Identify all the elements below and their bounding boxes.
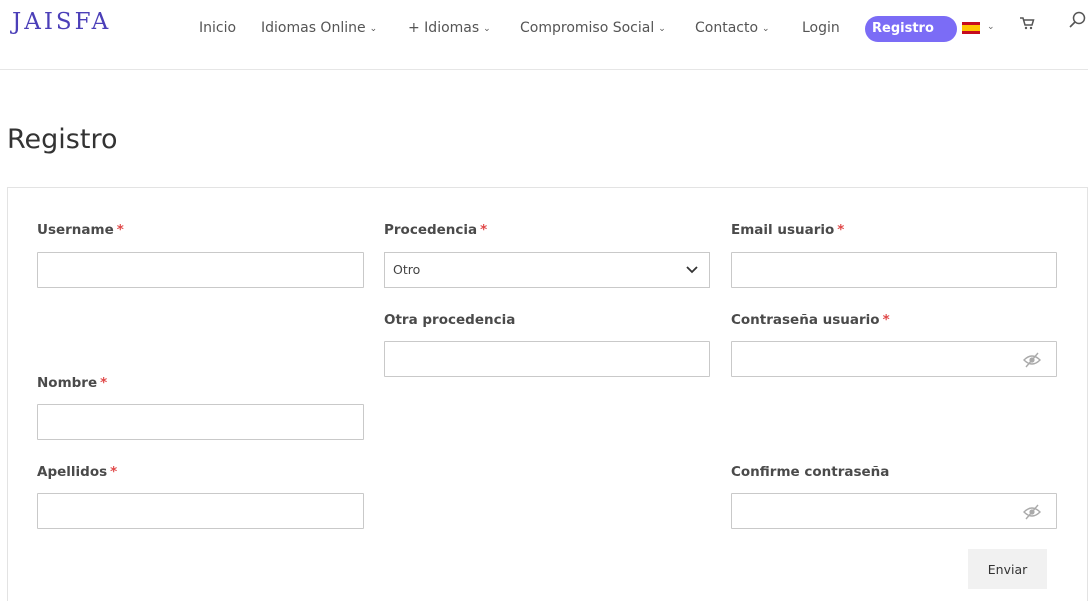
nombre-input[interactable]	[37, 404, 364, 440]
registration-form	[7, 187, 1088, 601]
nav-item-idiomas-online[interactable]: Idiomas Online ⌄	[261, 20, 377, 36]
chevron-down-icon: ⌄	[762, 24, 770, 34]
procedencia-label: Procedencia *	[384, 222, 488, 238]
chevron-down-icon[interactable]: ⌄	[987, 22, 995, 32]
email-label: Email usuario *	[731, 222, 845, 238]
confirm-password-label: Confirme contraseña	[731, 464, 890, 480]
apellidos-label: Apellidos *	[37, 464, 118, 480]
spain-flag-icon[interactable]	[962, 22, 980, 34]
page-title: Registro	[7, 124, 118, 155]
email-input[interactable]	[731, 252, 1057, 288]
nav-item-inicio[interactable]: Inicio	[199, 20, 236, 36]
chevron-down-icon: ⌄	[658, 24, 666, 34]
username-label: Username *	[37, 222, 124, 238]
eye-slash-icon[interactable]	[1022, 503, 1042, 521]
chevron-down-icon: ⌄	[369, 24, 378, 34]
registro-button[interactable]: Registro	[865, 16, 957, 42]
confirm-password-input[interactable]	[731, 493, 1057, 529]
site-header: JAISFA Inicio Idiomas Online ⌄ + Idiomas ⌄…	[0, 0, 1088, 70]
submit-button[interactable]: Enviar	[968, 549, 1047, 589]
procedencia-select[interactable]: Otro	[384, 252, 710, 288]
nombre-label: Nombre *	[37, 375, 108, 391]
otra-procedencia-label: Otra procedencia	[384, 312, 516, 328]
nav-item-compromiso-social[interactable]: Compromiso Social ⌄	[520, 20, 666, 36]
page: JAISFA Inicio Idiomas Online ⌄ + Idiomas ⌄…	[0, 0, 1088, 601]
username-input[interactable]	[37, 252, 364, 288]
nav-item-login[interactable]: Login	[802, 20, 840, 36]
procedencia-selected-value: Otro	[393, 262, 421, 277]
cart-icon[interactable]	[1019, 15, 1035, 31]
password-label: Contraseña usuario *	[731, 312, 890, 328]
otra-procedencia-input[interactable]	[384, 341, 710, 377]
chevron-down-icon: ⌄	[483, 24, 491, 34]
apellidos-input[interactable]	[37, 493, 364, 529]
site-logo[interactable]: JAISFA	[12, 9, 111, 35]
nav-item-mas-idiomas[interactable]: + Idiomas ⌄	[408, 20, 491, 36]
nav-item-contacto[interactable]: Contacto ⌄	[695, 20, 770, 36]
chevron-down-icon	[686, 266, 698, 274]
password-input[interactable]	[731, 341, 1057, 377]
eye-slash-icon[interactable]	[1022, 351, 1042, 369]
search-icon[interactable]	[1068, 10, 1088, 30]
